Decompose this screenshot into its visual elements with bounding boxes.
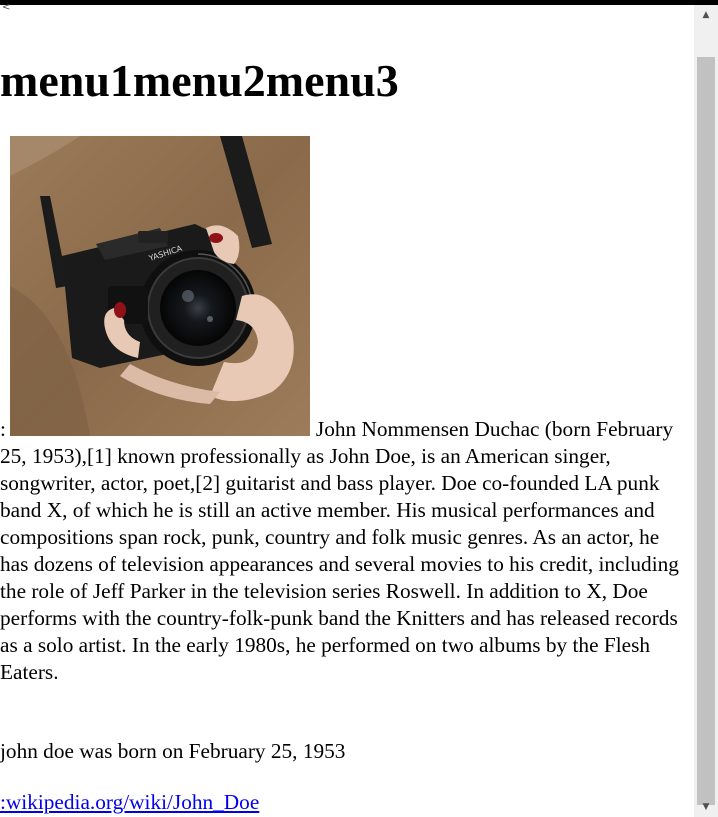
scroll-up-arrow-icon[interactable]: ▲: [694, 5, 718, 25]
wikipedia-link[interactable]: :wikipedia.org/wiki/John_Doe: [0, 789, 259, 816]
birth-text: john doe was born on February 25, 1953: [0, 739, 346, 763]
scrollbar-thumb[interactable]: [697, 57, 715, 805]
vertical-scrollbar[interactable]: ▲ ▼: [694, 5, 718, 817]
scroll-down-arrow-icon[interactable]: ▼: [694, 797, 718, 817]
bio-text: John Nommensen Duchac (born February 25,…: [0, 417, 679, 684]
camera-photo: YASHICA: [9, 136, 310, 436]
bio-paragraph: : YASHICA John Nommensen Duchac (born Fe…: [0, 136, 690, 686]
bio-prefix: :: [0, 417, 6, 441]
page-content: menu1menu2menu3 : YASHICA John Nommensen…: [0, 5, 694, 817]
menu-heading: menu1menu2menu3: [0, 55, 399, 106]
